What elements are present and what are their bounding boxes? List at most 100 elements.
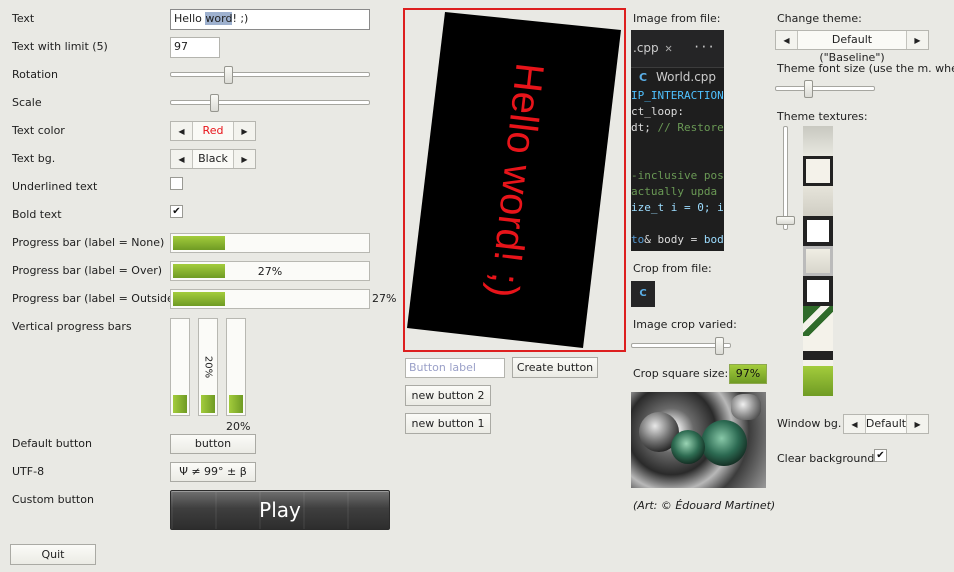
progress-bar-over-text: 27% bbox=[257, 265, 283, 278]
clear-background-checkbox[interactable]: ✔ bbox=[874, 449, 887, 462]
progress-bar-outside bbox=[170, 289, 370, 309]
texture-swatch-1 bbox=[803, 126, 833, 156]
code-line-10: to& body = bod bbox=[631, 233, 724, 246]
vertical-progress-bar-1 bbox=[170, 318, 190, 416]
more-icon: ··· bbox=[693, 40, 715, 54]
text-input-before: Hello bbox=[174, 12, 206, 25]
default-button[interactable]: button bbox=[170, 434, 256, 454]
progress-bar-outside-text: 27% bbox=[372, 292, 397, 305]
vertical-progress-bar-2-text: 20% bbox=[202, 355, 214, 379]
text-input-after: ! ;) bbox=[232, 12, 249, 25]
close-icon: ✕ bbox=[665, 41, 673, 55]
theme-textures-scrollbar-track[interactable] bbox=[783, 126, 788, 230]
theme-font-size-slider-thumb[interactable] bbox=[804, 80, 813, 98]
theme-prev-icon[interactable]: ◀ bbox=[776, 31, 798, 49]
text-bg-next-icon[interactable]: ▶ bbox=[233, 150, 255, 168]
rotation-slider-track bbox=[170, 72, 370, 77]
underlined-label: Underlined text bbox=[12, 180, 98, 193]
text-color-selector[interactable]: ◀ Red ▶ bbox=[170, 121, 256, 141]
text-label: Text bbox=[12, 12, 35, 25]
code-line-7: actually upda bbox=[631, 185, 718, 198]
text-bg-prev-icon[interactable]: ◀ bbox=[171, 150, 193, 168]
texture-swatch-3 bbox=[803, 186, 833, 216]
rotation-slider[interactable] bbox=[170, 66, 370, 84]
theme-font-size-slider[interactable] bbox=[775, 80, 875, 98]
texture-swatch-2 bbox=[803, 156, 833, 186]
theme-selector[interactable]: ◀ Default ("Baseline") ▶ bbox=[775, 30, 929, 64]
window-bg-prev-icon[interactable]: ◀ bbox=[844, 415, 866, 433]
theme-next-icon[interactable]: ▶ bbox=[906, 31, 928, 49]
text-limit-input[interactable]: 97 bbox=[170, 37, 220, 58]
text-bg-selector[interactable]: ◀ Black ▶ bbox=[170, 149, 256, 169]
progress-bar-outside-fill bbox=[173, 292, 226, 306]
text-preview-canvas: Hello word! ;) bbox=[407, 12, 621, 348]
cpp-file-icon: C bbox=[639, 71, 648, 84]
code-line-2: ct_loop: bbox=[631, 105, 684, 118]
quit-button[interactable]: Quit bbox=[10, 544, 96, 565]
scale-slider[interactable] bbox=[170, 94, 370, 112]
art-credit: (Art: © Édouard Martinet) bbox=[633, 499, 776, 512]
image-crop-varied-label: Image crop varied: bbox=[633, 318, 737, 331]
theme-value: Default ("Baseline") bbox=[819, 33, 885, 64]
text-preview-frame: Hello word! ;) bbox=[403, 8, 626, 352]
progress-bar-none bbox=[170, 233, 370, 253]
image-crop-slider[interactable] bbox=[631, 337, 731, 355]
texture-swatch-9 bbox=[803, 366, 833, 396]
new-button-1[interactable]: new button 1 bbox=[405, 413, 491, 434]
bold-label: Bold text bbox=[12, 208, 62, 221]
text-color-label: Text color bbox=[12, 124, 65, 137]
image-crop-slider-thumb[interactable] bbox=[715, 337, 724, 355]
code-tab-divider bbox=[631, 67, 724, 68]
window-bg-selector[interactable]: ◀ Default ▶ bbox=[843, 414, 929, 434]
crop-square-value[interactable]: 97% bbox=[729, 364, 767, 384]
code-line-8: ize_t i = 0; i bbox=[631, 201, 724, 214]
theme-font-size-label: Theme font size (use the m. wheel): bbox=[777, 62, 954, 75]
scale-slider-thumb[interactable] bbox=[210, 94, 219, 112]
utf8-label: UTF-8 bbox=[12, 465, 45, 478]
texture-swatch-4 bbox=[803, 216, 833, 246]
progress-outside-label: Progress bar (label = Outside) bbox=[12, 292, 179, 305]
code-line-6: -inclusive pos bbox=[631, 169, 724, 182]
window-bg-next-icon[interactable]: ▶ bbox=[906, 415, 928, 433]
rotation-slider-thumb[interactable] bbox=[224, 66, 233, 84]
art-photo-eye-1 bbox=[701, 420, 747, 466]
vertical-progress-bar-2: 20% bbox=[198, 318, 218, 416]
custom-button-label: Custom button bbox=[12, 493, 94, 506]
texture-swatch-8 bbox=[803, 336, 833, 366]
crop-from-file-label: Crop from file: bbox=[633, 262, 712, 275]
bold-checkbox[interactable]: ✔ bbox=[170, 205, 183, 218]
theme-textures-strip bbox=[803, 126, 833, 396]
code-file-name: World.cpp bbox=[656, 70, 717, 84]
progress-none-label: Progress bar (label = None) bbox=[12, 236, 165, 249]
play-button[interactable]: Play bbox=[170, 490, 390, 530]
image-from-file-label: Image from file: bbox=[633, 12, 721, 25]
vertical-progress-bar-3-text: 20% bbox=[226, 420, 251, 433]
text-color-value: Red bbox=[202, 124, 224, 137]
default-button-label: Default button bbox=[12, 437, 92, 450]
vertical-bars-label: Vertical progress bars bbox=[12, 320, 132, 333]
code-line-1: IP_INTERACTION bbox=[631, 89, 724, 102]
code-tab-name: .cpp bbox=[633, 41, 659, 55]
art-photo bbox=[631, 392, 766, 488]
text-color-next-icon[interactable]: ▶ bbox=[233, 122, 255, 140]
utf8-button[interactable]: Ψ ≠ 99° ± β bbox=[170, 462, 256, 482]
button-label-input[interactable]: Button label bbox=[405, 358, 505, 378]
window-bg-value: Default bbox=[865, 417, 907, 430]
vertical-progress-bar-3 bbox=[226, 318, 246, 416]
vertical-progress-bar-1-fill bbox=[173, 394, 187, 413]
art-photo-sphere-2 bbox=[731, 394, 761, 420]
new-button-2[interactable]: new button 2 bbox=[405, 385, 491, 406]
vertical-progress-bar-2-fill bbox=[201, 394, 215, 413]
clear-background-label: Clear background bbox=[777, 452, 875, 465]
code-editor-image: .cpp ✕ ··· C World.cpp IP_INTERACTION ct… bbox=[631, 30, 724, 251]
text-input[interactable]: Hello word! ;) bbox=[170, 9, 370, 30]
underlined-checkbox[interactable] bbox=[170, 177, 183, 190]
progress-bar-none-fill bbox=[173, 236, 226, 250]
text-color-prev-icon[interactable]: ◀ bbox=[171, 122, 193, 140]
texture-swatch-5 bbox=[803, 246, 833, 276]
theme-font-size-slider-track bbox=[775, 86, 875, 91]
theme-textures-scrollbar-thumb[interactable] bbox=[776, 216, 795, 226]
text-input-selection: word bbox=[205, 12, 233, 25]
text-bg-label: Text bg. bbox=[12, 152, 56, 165]
create-button[interactable]: Create button bbox=[512, 357, 598, 378]
